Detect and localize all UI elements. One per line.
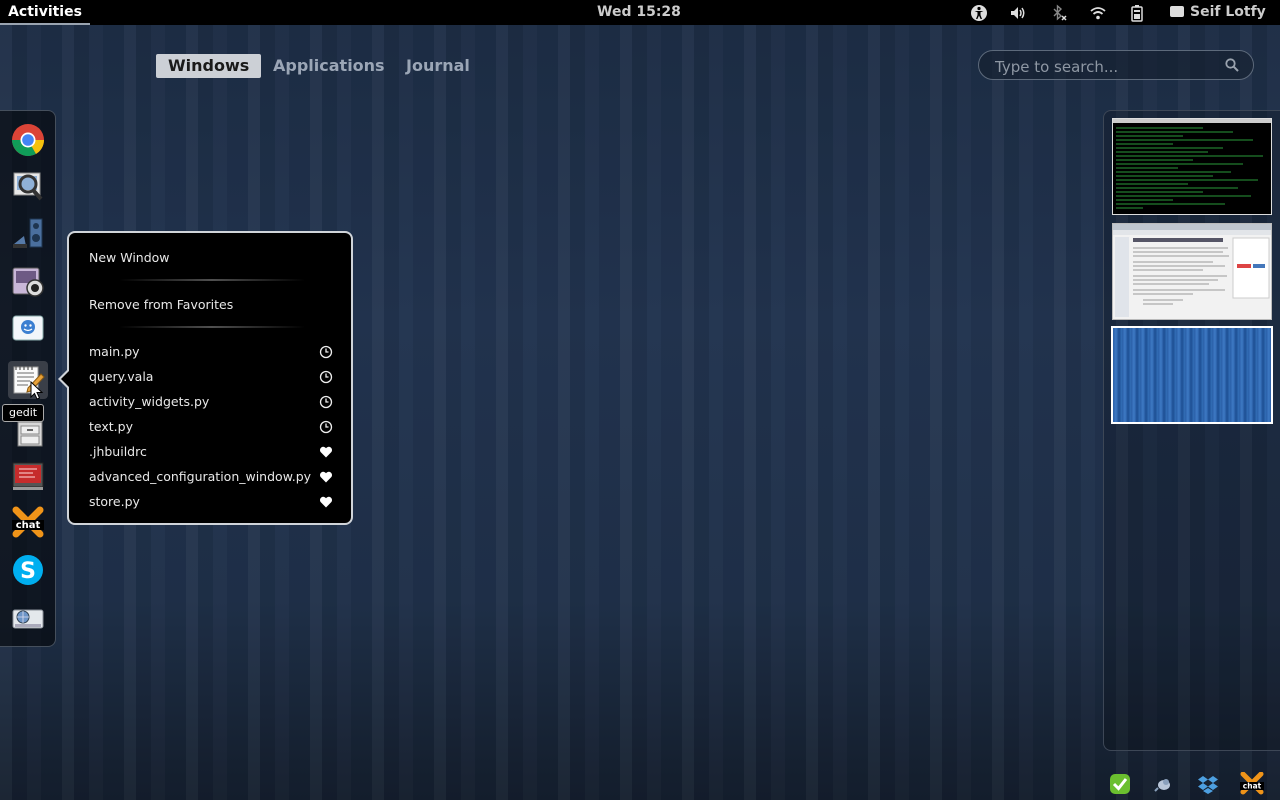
menu-new-window[interactable]: New Window — [89, 250, 170, 265]
file-name: query.vala — [89, 369, 154, 384]
svg-text:chat: chat — [16, 520, 41, 531]
file-name: activity_widgets.py — [89, 394, 210, 409]
menu-remove-favorites[interactable]: Remove from Favorites — [89, 297, 233, 312]
mouse-cursor-icon — [30, 381, 44, 400]
recent-clock-icon — [319, 420, 333, 434]
user-name: Seif Lotfy — [1190, 4, 1266, 20]
app-context-menu: New Window Remove from Favorites main.py… — [67, 231, 353, 525]
chat-bubble-icon[interactable] — [10, 312, 46, 348]
recent-clock-icon — [319, 370, 333, 384]
skype-icon[interactable]: S — [10, 552, 46, 588]
dash-tooltip: gedit — [2, 404, 45, 422]
accessibility-icon[interactable] — [970, 4, 988, 22]
volume-icon[interactable] — [1009, 4, 1027, 22]
magnifier-photo-icon[interactable] — [10, 168, 46, 204]
empty-workspace[interactable] — [1111, 326, 1273, 424]
terminal-thumbnail — [1113, 119, 1271, 209]
recent-clock-icon — [319, 395, 333, 409]
wifi-icon[interactable] — [1089, 4, 1107, 22]
favorite-file-item[interactable]: store.py — [89, 493, 333, 511]
search-icon — [1225, 58, 1239, 72]
webcam-icon[interactable] — [10, 264, 46, 300]
update-check-icon[interactable] — [1108, 772, 1132, 796]
top-panel: Activities Wed 15:28 Seif Lotfy — [0, 0, 1280, 25]
file-name: text.py — [89, 419, 133, 434]
popup-arrow-inner — [61, 370, 70, 388]
heart-icon — [319, 471, 333, 483]
recent-file-item[interactable]: main.py — [89, 343, 333, 361]
activities-button[interactable]: Activities — [0, 0, 90, 25]
recent-file-item[interactable]: text.py — [89, 418, 333, 436]
xchat-icon[interactable]: chat — [10, 506, 46, 542]
file-name: main.py — [89, 344, 140, 359]
chat-status-icon — [1170, 6, 1184, 17]
clock[interactable]: Wed 15:28 — [597, 0, 681, 24]
heart-icon — [319, 446, 333, 458]
tab-journal[interactable]: Journal — [394, 54, 482, 78]
dropbox-icon[interactable] — [1196, 772, 1220, 796]
tab-applications[interactable]: Applications — [261, 54, 397, 78]
browser-workspace[interactable] — [1112, 223, 1272, 320]
browser-thumbnail — [1113, 224, 1271, 317]
favorite-file-item[interactable]: advanced_configuration_window.py — [89, 468, 333, 486]
music-icon[interactable] — [10, 216, 46, 252]
file-name: store.py — [89, 494, 140, 509]
battery-icon[interactable] — [1128, 4, 1146, 22]
svg-text:chat: chat — [1243, 782, 1262, 791]
pidgin-icon[interactable] — [1152, 772, 1176, 796]
user-menu[interactable]: Seif Lotfy — [1170, 0, 1266, 24]
chrome-icon[interactable] — [10, 122, 46, 158]
terminal-workspace[interactable] — [1112, 118, 1272, 215]
file-name: .jhbuildrc — [89, 444, 147, 459]
presentation-icon[interactable] — [10, 458, 46, 494]
favorite-file-item[interactable]: .jhbuildrc — [89, 443, 333, 461]
file-name: advanced_configuration_window.py — [89, 469, 312, 484]
recent-clock-icon — [319, 345, 333, 359]
recent-file-item[interactable]: activity_widgets.py — [89, 393, 333, 411]
bluetooth-disabled-icon[interactable] — [1050, 4, 1068, 22]
svg-text:S: S — [20, 559, 36, 584]
menu-separator — [119, 279, 305, 281]
search-input[interactable] — [993, 56, 1227, 78]
recent-file-item[interactable]: query.vala — [89, 368, 333, 386]
heart-icon — [319, 496, 333, 508]
globe-drive-icon[interactable] — [10, 600, 46, 636]
menu-separator — [119, 326, 305, 328]
xchat-tray-icon[interactable]: chat — [1240, 772, 1264, 796]
search-box[interactable] — [978, 50, 1254, 80]
tab-windows[interactable]: Windows — [156, 54, 262, 78]
